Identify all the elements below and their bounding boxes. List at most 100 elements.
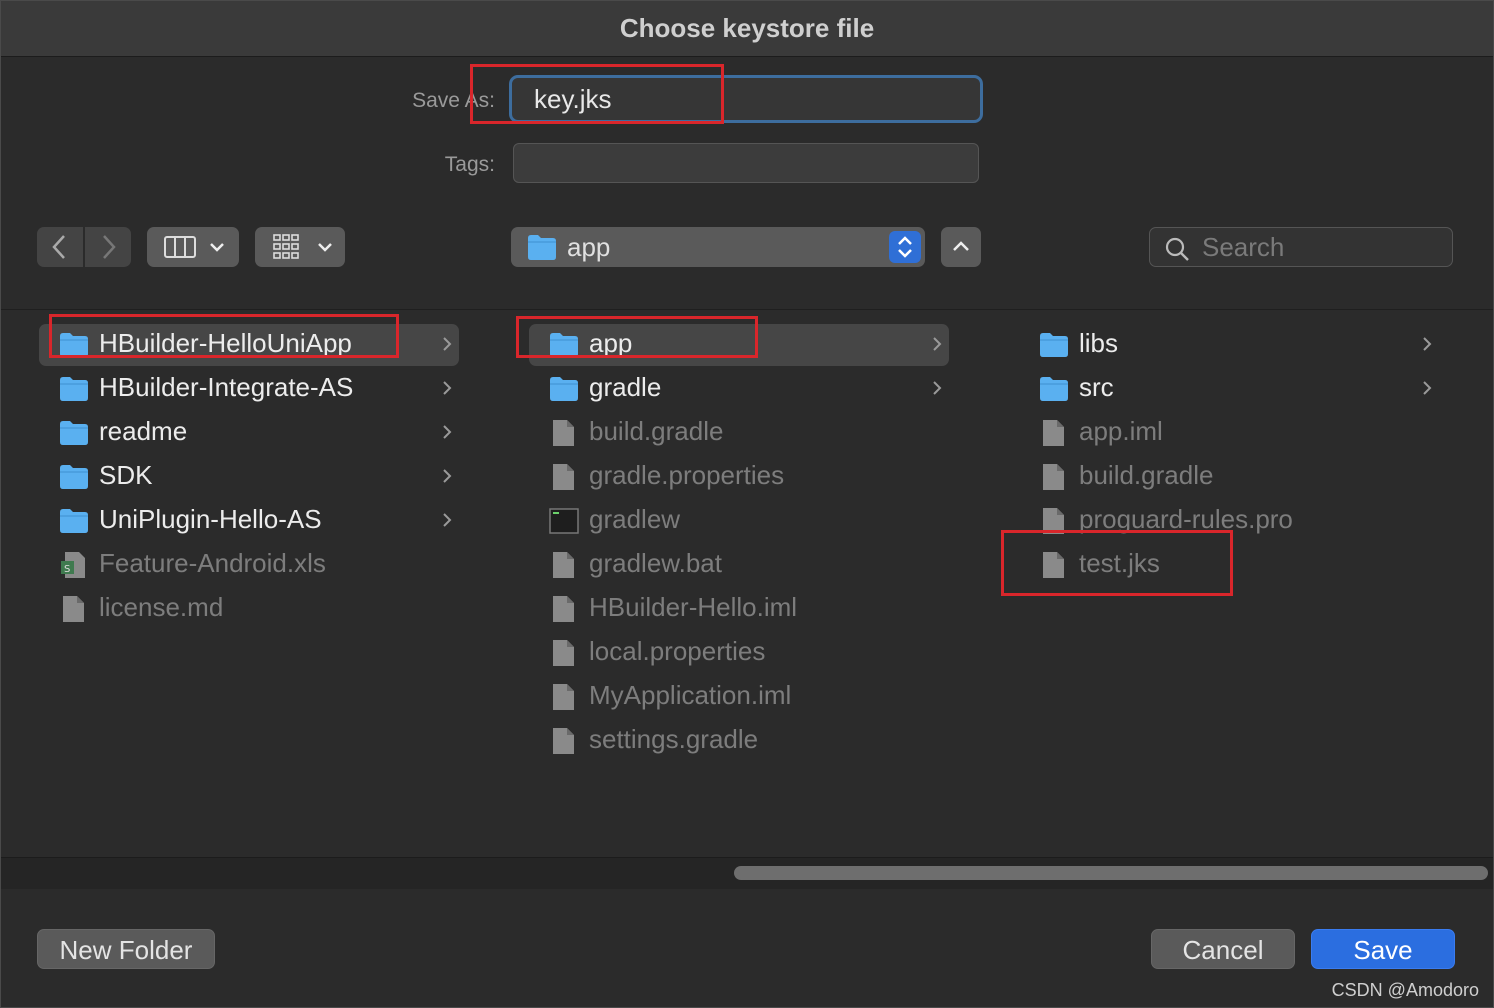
title-bar: Choose keystore file — [1, 1, 1493, 57]
folder-icon — [1039, 332, 1069, 358]
list-item[interactable]: S Feature-Android.xls — [49, 542, 519, 586]
location-stepper[interactable] — [889, 231, 921, 263]
item-name: HBuilder-HelloUniApp — [99, 328, 352, 358]
save-as-field[interactable] — [509, 75, 983, 123]
document-icon — [549, 596, 579, 622]
collapse-button[interactable] — [941, 227, 981, 267]
list-item[interactable]: license.md — [49, 586, 519, 630]
item-name: Feature-Android.xls — [99, 548, 326, 578]
save-dialog: Choose keystore file Save As: Tags: — [0, 0, 1494, 1008]
search-box[interactable] — [1149, 227, 1453, 267]
document-icon — [59, 596, 89, 622]
list-item[interactable]: gradlew — [539, 498, 1009, 542]
chevron-up-icon — [953, 241, 969, 251]
chevron-right-icon — [441, 334, 453, 360]
chevron-right-icon — [441, 510, 453, 536]
view-mode-button[interactable] — [147, 227, 239, 267]
item-name: SDK — [99, 460, 153, 490]
forward-button[interactable] — [85, 227, 131, 267]
folder-icon — [549, 332, 579, 358]
document-icon — [549, 640, 579, 666]
group-button[interactable] — [255, 227, 345, 267]
list-item[interactable]: build.gradle — [1029, 454, 1494, 498]
item-name: gradlew — [589, 504, 681, 534]
item-name: proguard-rules.pro — [1079, 504, 1293, 534]
document-icon — [1039, 552, 1069, 578]
spreadsheet-file-icon: S — [59, 552, 89, 578]
document-icon — [549, 552, 579, 578]
column-browser: HBuilder-HelloUniApp HBuilder-Integrate-A… — [1, 309, 1493, 857]
chevron-right-icon — [103, 235, 116, 259]
save-button[interactable]: Save — [1311, 929, 1455, 969]
list-item[interactable]: SDK — [49, 454, 519, 498]
terminal-file-icon — [549, 508, 579, 534]
new-folder-button[interactable]: New Folder — [37, 929, 215, 969]
tags-field[interactable] — [513, 143, 979, 183]
item-name: gradle.properties — [589, 460, 785, 490]
chevron-right-icon — [931, 334, 943, 360]
item-name: HBuilder-Hello.iml — [589, 592, 798, 622]
document-icon — [549, 420, 579, 446]
list-item[interactable]: gradle.properties — [539, 454, 1009, 498]
list-item[interactable]: src — [1029, 366, 1494, 410]
document-icon — [1039, 420, 1069, 446]
item-name: test.jks — [1079, 548, 1160, 578]
list-item[interactable]: HBuilder-Hello.iml — [539, 586, 1009, 630]
list-item[interactable]: app.iml — [1029, 410, 1494, 454]
list-item[interactable]: HBuilder-Integrate-AS — [49, 366, 519, 410]
save-as-label: Save As: — [412, 89, 495, 112]
folder-icon — [59, 332, 89, 358]
item-name: license.md — [99, 592, 224, 622]
list-item[interactable]: proguard-rules.pro — [1029, 498, 1494, 542]
chevron-right-icon — [1421, 334, 1433, 360]
up-down-chevron-icon — [898, 236, 912, 258]
chevron-right-icon — [1421, 378, 1433, 404]
list-item[interactable]: settings.gradle — [539, 718, 1009, 762]
search-icon — [1165, 237, 1189, 261]
horizontal-scrollbar[interactable] — [1, 857, 1493, 889]
scrollbar-thumb[interactable] — [734, 866, 1488, 880]
list-item[interactable]: gradle — [539, 366, 1009, 410]
folder-icon — [59, 420, 89, 446]
tags-label: Tags: — [444, 153, 495, 176]
item-name: UniPlugin-Hello-AS — [99, 504, 322, 534]
document-icon — [549, 464, 579, 490]
item-name: local.properties — [589, 636, 766, 666]
search-input[interactable] — [1202, 232, 1442, 262]
chevron-right-icon — [931, 378, 943, 404]
folder-icon — [549, 376, 579, 402]
list-item[interactable]: libs — [1029, 322, 1494, 366]
list-item[interactable]: test.jks — [1029, 542, 1494, 586]
document-icon — [549, 684, 579, 710]
grid-group-icon — [273, 234, 332, 259]
list-item[interactable]: MyApplication.iml — [539, 674, 1009, 718]
list-item[interactable]: readme — [49, 410, 519, 454]
item-name: app — [589, 328, 633, 358]
browser-column-3: libs src app.iml build.gradle proguard-rules… — [1029, 322, 1494, 586]
chevron-left-icon — [52, 235, 65, 259]
list-item[interactable]: gradlew.bat — [539, 542, 1009, 586]
list-item[interactable]: app — [529, 322, 1009, 366]
list-item[interactable]: build.gradle — [539, 410, 1009, 454]
folder-icon — [1039, 376, 1069, 402]
item-name: settings.gradle — [589, 724, 759, 754]
back-button[interactable] — [37, 227, 83, 267]
browser-column-2: app gradle build.gradle gradle.properties gr… — [529, 322, 1009, 762]
item-name: build.gradle — [1079, 460, 1214, 490]
browser-column-1: HBuilder-HelloUniApp HBuilder-Integrate-A… — [39, 322, 519, 630]
column-view-icon — [164, 236, 224, 258]
folder-icon — [59, 508, 89, 534]
chevron-right-icon — [441, 422, 453, 448]
chevron-right-icon — [441, 378, 453, 404]
folder-icon — [528, 235, 556, 260]
document-icon — [1039, 464, 1069, 490]
item-name: app.iml — [1079, 416, 1163, 446]
list-item[interactable]: local.properties — [539, 630, 1009, 674]
list-item[interactable]: HBuilder-HelloUniApp — [39, 322, 519, 366]
folder-icon — [59, 376, 89, 402]
cancel-button[interactable]: Cancel — [1151, 929, 1295, 969]
item-name: src — [1079, 372, 1114, 402]
location-popup[interactable]: app — [511, 227, 925, 267]
document-icon — [549, 728, 579, 754]
list-item[interactable]: UniPlugin-Hello-AS — [49, 498, 519, 542]
